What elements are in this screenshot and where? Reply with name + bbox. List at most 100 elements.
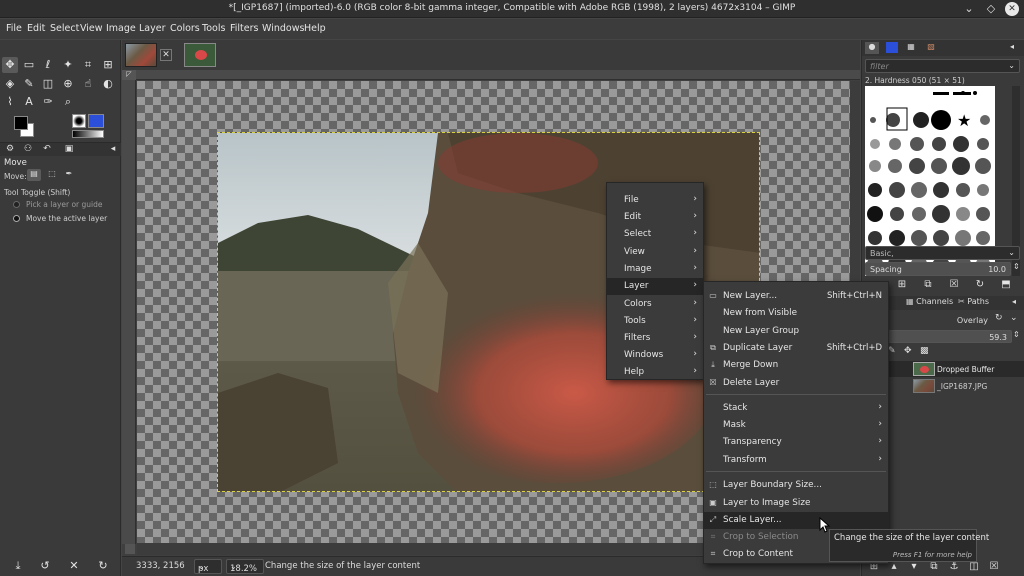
fonts-tab-icon[interactable]: ▦	[904, 42, 918, 54]
context-windows[interactable]: Windows ›	[607, 347, 703, 364]
images-icon[interactable]: ▣	[62, 144, 76, 156]
channels-tab[interactable]: ▦ Channels	[906, 297, 956, 309]
move-path-mode-icon[interactable]: ✒	[62, 169, 76, 181]
menu-filters[interactable]: Filters	[230, 23, 258, 34]
foreground-color-swatch[interactable]	[14, 116, 28, 130]
context-tools[interactable]: Tools ›	[607, 313, 703, 330]
quick-mask-toggle-icon[interactable]: ◸	[122, 70, 136, 80]
lock-alpha-icon[interactable]: ▩	[920, 346, 929, 356]
tab-menu-icon[interactable]: ◂	[1012, 297, 1016, 306]
open-brush-icon[interactable]: ⬒	[998, 277, 1014, 293]
preset-dropdown-icon[interactable]: ⌄	[1008, 248, 1015, 257]
transparency-item[interactable]: Transparency ›	[704, 434, 888, 451]
spacing-spin-icon[interactable]: ⇕	[1013, 262, 1020, 271]
eraser-icon[interactable]: ◫	[40, 76, 56, 92]
context-view[interactable]: View ›	[607, 244, 703, 261]
lock-pixels-icon[interactable]: ✎	[888, 346, 896, 356]
layer-row-igp1687[interactable]: _IGP1687.JPG	[888, 378, 1024, 394]
menu-windows[interactable]: Windows	[262, 23, 304, 34]
menu-select[interactable]: Select	[50, 23, 79, 34]
context-select[interactable]: Select ›	[607, 226, 703, 243]
brush-preview[interactable]	[72, 114, 86, 128]
smudge-icon[interactable]: ☝	[80, 76, 96, 92]
move-selection-mode-icon[interactable]: ⬚	[45, 169, 59, 181]
menu-help[interactable]: Help	[304, 23, 326, 34]
menu-layer[interactable]: Layer	[139, 23, 166, 34]
undo-history-icon[interactable]: ↶	[40, 144, 54, 156]
tab-menu-icon[interactable]: ◂	[1010, 42, 1014, 51]
refresh-brushes-icon[interactable]: ↻	[972, 277, 988, 293]
lock-position-icon[interactable]: ✥	[904, 346, 912, 356]
gradient-preview[interactable]	[72, 130, 104, 138]
menu-tools[interactable]: Tools	[202, 23, 225, 34]
move-layer-mode-icon[interactable]: ▤	[27, 169, 41, 181]
image-tab-close-icon[interactable]: ✕	[160, 49, 172, 61]
context-edit[interactable]: Edit ›	[607, 209, 703, 226]
unit-select[interactable]: px ⌄	[194, 559, 222, 574]
bucket-icon[interactable]: ◈	[2, 76, 18, 92]
pattern-preview[interactable]	[88, 114, 104, 128]
crop-icon[interactable]: ⌗	[80, 57, 96, 73]
zoom-select[interactable]: 18.2% ⌄	[226, 559, 264, 574]
brush-filter-input[interactable]: filter ⌄	[865, 59, 1020, 73]
duplicate-layer-item[interactable]: ⧉ Duplicate Layer Shift+Ctrl+D	[704, 340, 888, 357]
layer-mode-select[interactable]: Overlay	[888, 313, 993, 327]
context-image[interactable]: Image ›	[607, 261, 703, 278]
move-active-layer-radio[interactable]	[13, 215, 20, 222]
new-layer-group-item[interactable]: New Layer Group	[704, 323, 888, 340]
layer-row-dropped-buffer[interactable]: Dropped Buffer	[888, 361, 1024, 377]
new-layer-item[interactable]: ▭ New Layer... Shift+Ctrl+N	[704, 288, 888, 305]
context-layer[interactable]: Layer ›	[607, 278, 703, 295]
context-help[interactable]: Help ›	[607, 364, 703, 381]
opacity-slider[interactable]: 59.3	[888, 330, 1012, 343]
stack-item[interactable]: Stack ›	[704, 400, 888, 417]
menu-file[interactable]: File	[6, 23, 22, 34]
path-icon[interactable]: ⌇	[2, 94, 18, 110]
dropped-buffer-tab-thumbnail[interactable]	[184, 43, 216, 67]
delete-layer-item[interactable]: ☒ Delete Layer	[704, 375, 888, 392]
paths-tab[interactable]: ✂ Paths	[958, 297, 998, 309]
brush-preset-select[interactable]: Basic, ⌄	[865, 246, 1020, 260]
restore-options-icon[interactable]: ↺	[37, 558, 53, 574]
vertical-ruler[interactable]	[122, 70, 136, 544]
tab-menu-icon[interactable]: ◂	[106, 144, 120, 156]
reset-options-icon[interactable]: ↻	[95, 558, 111, 574]
new-brush-icon[interactable]: ⊞	[894, 277, 910, 293]
color-picker-icon[interactable]: ✑	[40, 94, 56, 110]
minimize-icon[interactable]: ⌄	[961, 1, 977, 17]
navigate-icon[interactable]	[125, 544, 135, 554]
mode-switch-icon[interactable]: ↻	[995, 313, 1003, 323]
delete-layer-icon[interactable]: ☒	[986, 559, 1002, 575]
layer-to-image-size-item[interactable]: ▣ Layer to Image Size	[704, 495, 888, 512]
fuzzy-select-icon[interactable]: ✦	[60, 57, 76, 73]
pick-layer-radio[interactable]	[13, 201, 20, 208]
duplicate-brush-icon[interactable]: ⧉	[920, 277, 936, 293]
menu-view[interactable]: View	[80, 23, 103, 34]
menu-image[interactable]: Image	[106, 23, 136, 34]
spacing-slider[interactable]: Spacing 10.0	[865, 262, 1011, 276]
maximize-icon[interactable]: ◇	[983, 1, 999, 17]
tool-options-icon[interactable]: ⚙	[3, 144, 17, 156]
menu-edit[interactable]: Edit	[27, 23, 45, 34]
horizontal-ruler[interactable]	[136, 70, 860, 80]
rect-select-icon[interactable]: ▭	[21, 57, 37, 73]
mask-item[interactable]: Mask ›	[704, 417, 888, 434]
text-icon[interactable]: A	[21, 94, 37, 110]
close-icon[interactable]: ✕	[1005, 2, 1019, 16]
image-tab-thumbnail[interactable]	[125, 43, 157, 67]
context-colors[interactable]: Colors ›	[607, 296, 703, 313]
lasso-icon[interactable]: ℓ	[40, 57, 56, 73]
delete-options-icon[interactable]: ✕	[66, 558, 82, 574]
transform-item[interactable]: Transform ›	[704, 452, 888, 469]
document-history-tab-icon[interactable]: ▧	[924, 42, 938, 54]
patterns-tab-icon[interactable]	[886, 42, 898, 53]
filter-dropdown-icon[interactable]: ⌄	[1008, 61, 1015, 70]
layer-boundary-size-item[interactable]: ⬚ Layer Boundary Size...	[704, 477, 888, 494]
clone-icon[interactable]: ⊕	[60, 76, 76, 92]
context-filters[interactable]: Filters ›	[607, 330, 703, 347]
merge-down-item[interactable]: ⤓ Merge Down	[704, 357, 888, 374]
move-tool-icon[interactable]: ✥	[2, 57, 18, 73]
brushes-tab-icon[interactable]: ●	[865, 42, 879, 54]
dodge-icon[interactable]: ◐	[100, 76, 116, 92]
brush-icon[interactable]: ✎	[21, 76, 37, 92]
